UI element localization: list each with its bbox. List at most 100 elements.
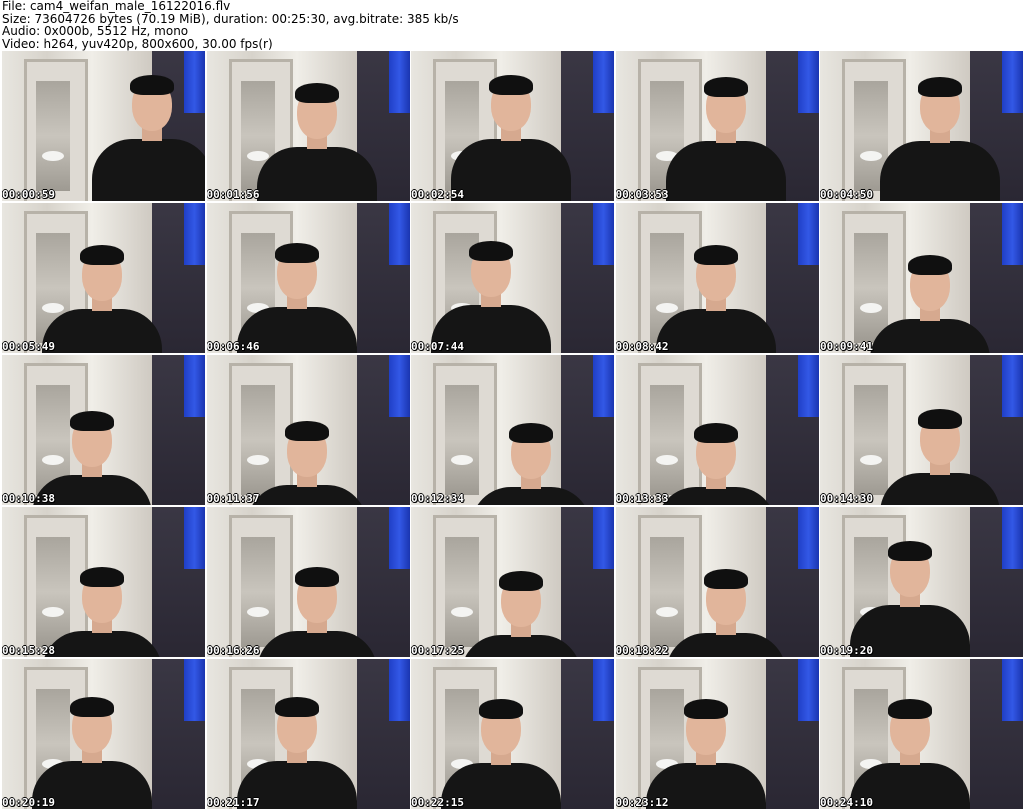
video-thumbnail: 00:14:30 [820, 355, 1023, 505]
thumbnail-timestamp: 00:01:56 [206, 188, 260, 201]
thumbnail-timestamp: 00:06:46 [206, 340, 260, 353]
blue-curtain [184, 51, 205, 113]
person-hair [70, 411, 114, 431]
sink [451, 455, 473, 465]
video-thumbnail: 00:24:10 [820, 659, 1023, 809]
person-torso [92, 139, 205, 201]
sink [42, 607, 64, 617]
video-thumbnail: 00:06:46 [206, 203, 410, 353]
sink [860, 455, 882, 465]
bathroom-interior [240, 537, 275, 647]
video-thumbnail: 00:15:28 [2, 507, 205, 657]
video-thumbnail: 00:10:38 [2, 355, 205, 505]
thumbnail-timestamp: 00:02:54 [411, 188, 464, 201]
blue-curtain [184, 507, 205, 569]
thumbnail-timestamp: 00:22:15 [411, 796, 464, 809]
person-hair [294, 567, 339, 587]
person-hair [284, 421, 329, 441]
person-hair [908, 255, 952, 275]
blue-curtain [797, 203, 819, 265]
blue-curtain [388, 659, 410, 721]
person-hair [469, 241, 513, 261]
video-line: Video: h264, yuv420p, 800x600, 30.00 fps… [2, 36, 273, 51]
video-thumbnail: 00:18:22 [615, 507, 819, 657]
thumbnail-timestamp: 00:12:34 [411, 492, 464, 505]
thumbnail-timestamp: 00:03:53 [615, 188, 669, 201]
person-hair [70, 697, 114, 717]
video-thumbnail: 00:01:56 [206, 51, 410, 201]
person-hair [80, 567, 124, 587]
thumbnail-timestamp: 00:14:30 [820, 492, 873, 505]
blue-curtain [593, 507, 614, 569]
blue-curtain [593, 203, 614, 265]
sink [246, 455, 269, 465]
blue-curtain [1002, 203, 1023, 265]
blue-curtain [388, 355, 410, 417]
person-hair [683, 699, 728, 719]
person-hair [918, 77, 962, 97]
video-thumbnail: 00:09:41 [820, 203, 1023, 353]
blue-curtain [797, 355, 819, 417]
thumbnail-timestamp: 00:11:37 [206, 492, 260, 505]
video-thumbnail: 00:02:54 [411, 51, 614, 201]
blue-curtain [184, 659, 205, 721]
person-hair [918, 409, 962, 429]
sink [451, 607, 473, 617]
blue-curtain [797, 51, 819, 113]
person-hair [499, 571, 543, 591]
blue-curtain [1002, 507, 1023, 569]
file-name-line: File: cam4_weifan_male_16122016.flv [2, 0, 231, 13]
thumbnail-timestamp: 00:09:41 [820, 340, 873, 353]
blue-curtain [388, 507, 410, 569]
person-hair [479, 699, 523, 719]
person-hair [489, 75, 533, 95]
person-torso [42, 309, 162, 353]
video-thumbnail: 00:16:26 [206, 507, 410, 657]
video-thumbnail: 00:04:50 [820, 51, 1023, 201]
bathroom-interior [854, 233, 888, 343]
video-thumbnail: 00:20:19 [2, 659, 205, 809]
video-thumbnail: 00:13:33 [615, 355, 819, 505]
thumbnail-timestamp: 00:04:50 [820, 188, 873, 201]
sink [655, 607, 678, 617]
video-thumbnail: 00:05:49 [2, 203, 205, 353]
thumbnail-grid: 00:00:59 00:01:56 00:02:54 00:03:53 00:04:50… [2, 51, 1023, 811]
thumbnail-timestamp: 00:19:20 [820, 644, 873, 657]
video-thumbnail: 00:08:42 [615, 203, 819, 353]
thumbnail-timestamp: 00:21:17 [206, 796, 260, 809]
sink [42, 455, 64, 465]
person-hair [130, 75, 174, 95]
person-hair [274, 697, 319, 717]
video-thumbnail: 00:21:17 [206, 659, 410, 809]
blue-curtain [388, 51, 410, 113]
person-hair [888, 541, 932, 561]
person-hair [693, 245, 738, 265]
sink [655, 455, 678, 465]
blue-curtain [797, 659, 819, 721]
sink [246, 151, 269, 161]
person-hair [888, 699, 932, 719]
thumbnail-timestamp: 00:08:42 [615, 340, 669, 353]
person-torso [256, 147, 377, 201]
thumbnail-timestamp: 00:13:33 [615, 492, 669, 505]
bathroom-interior [649, 537, 684, 647]
bathroom-interior [36, 81, 70, 191]
video-thumbnail: 00:17:25 [411, 507, 614, 657]
bathroom-interior [445, 537, 479, 647]
person-hair [294, 83, 339, 103]
blue-curtain [184, 203, 205, 265]
video-thumbnail: 00:07:44 [411, 203, 614, 353]
video-thumbnail: 00:22:15 [411, 659, 614, 809]
thumbnail-timestamp: 00:24:10 [820, 796, 873, 809]
sink [860, 151, 882, 161]
person-hair [274, 243, 319, 263]
thumbnail-timestamp: 00:15:28 [2, 644, 55, 657]
thumbnail-timestamp: 00:07:44 [411, 340, 464, 353]
audio-line: Audio: 0x000b, 5512 Hz, mono [2, 24, 189, 38]
person-torso [451, 139, 571, 201]
blue-curtain [797, 507, 819, 569]
video-thumbnail: 00:12:34 [411, 355, 614, 505]
person-torso [880, 141, 1000, 201]
person-torso [655, 309, 776, 353]
thumbnail-timestamp: 00:10:38 [2, 492, 55, 505]
